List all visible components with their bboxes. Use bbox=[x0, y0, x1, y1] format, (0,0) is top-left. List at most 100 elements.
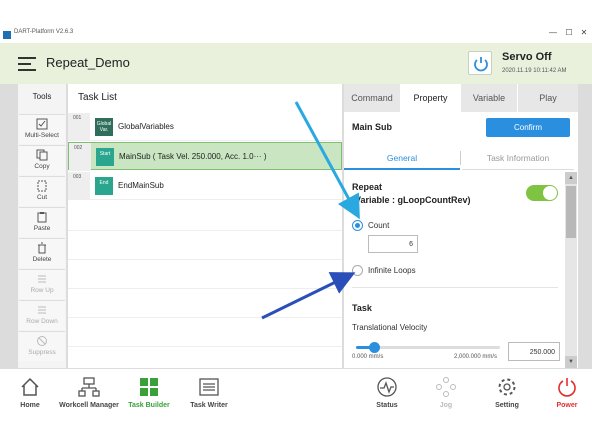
bottom-navigation: Home Workcell Manager Task Builder Task … bbox=[0, 368, 592, 420]
count-label: Count bbox=[368, 221, 390, 230]
nav-task-writer[interactable]: Task Writer bbox=[184, 369, 234, 421]
page-title: Repeat_Demo bbox=[46, 55, 130, 70]
minimize-button[interactable]: — bbox=[546, 28, 560, 37]
gear-icon bbox=[498, 378, 516, 396]
repeat-variable: (Variable : gLoopCountRev) bbox=[352, 195, 471, 205]
nav-label: Task Writer bbox=[190, 402, 228, 409]
tool-label: Row Up bbox=[30, 287, 54, 294]
suppress-icon bbox=[37, 336, 47, 346]
servo-power-button[interactable] bbox=[468, 51, 492, 75]
servo-status: Servo Off bbox=[502, 51, 552, 63]
row-divider bbox=[68, 346, 342, 347]
task-row-selected[interactable]: 002 Start MainSub ( Task Vel. 250.000, A… bbox=[68, 142, 342, 171]
app-logo-icon bbox=[3, 31, 11, 39]
datetime: 2020.11.19 10:11:42 AM bbox=[502, 68, 567, 74]
multi-select-button[interactable]: Multi-Select bbox=[19, 114, 65, 144]
tab-property[interactable]: Property bbox=[401, 84, 460, 112]
tool-label: Row Down bbox=[26, 318, 58, 325]
nav-label: Workcell Manager bbox=[59, 402, 119, 409]
nav-jog[interactable]: Jog bbox=[426, 369, 466, 421]
infinite-loops-radio[interactable] bbox=[352, 265, 363, 276]
task-row-number: 002 bbox=[69, 143, 91, 171]
property-panel: Command Property Variable Play Main Sub … bbox=[344, 84, 578, 368]
task-name: EndMainSub bbox=[118, 181, 164, 190]
task-writer-icon bbox=[199, 378, 219, 396]
subtab-task-information[interactable]: Task Information bbox=[462, 146, 574, 170]
tools-panel: Tools Multi-Select Copy Cut Paste Delete… bbox=[18, 84, 66, 368]
velocity-min: 0.000 mm/s bbox=[352, 354, 384, 360]
tab-variable[interactable]: Variable bbox=[461, 84, 517, 112]
property-subtitle: Main Sub bbox=[352, 122, 392, 132]
repeat-title: Repeat bbox=[352, 182, 383, 192]
nav-workcell-manager[interactable]: Workcell Manager bbox=[56, 369, 122, 421]
row-down-button[interactable]: Row Down bbox=[19, 300, 65, 330]
tool-label: Suppress bbox=[28, 349, 56, 356]
copy-icon bbox=[36, 149, 48, 161]
task-tag: Global Var. bbox=[95, 118, 113, 136]
task-section-title: Task bbox=[352, 303, 372, 313]
velocity-input[interactable]: 250.000 bbox=[508, 342, 560, 361]
cut-icon bbox=[37, 180, 47, 192]
subtab-divider bbox=[460, 151, 461, 165]
cut-button[interactable]: Cut bbox=[19, 176, 65, 206]
home-icon bbox=[21, 377, 39, 396]
close-button[interactable]: ✕ bbox=[577, 28, 591, 37]
copy-button[interactable]: Copy bbox=[19, 145, 65, 175]
task-tag: Start bbox=[96, 148, 114, 166]
task-row[interactable]: 003 End EndMainSub bbox=[68, 172, 342, 200]
tool-label: Multi-Select bbox=[25, 132, 59, 139]
velocity-slider-thumb[interactable] bbox=[368, 342, 380, 353]
confirm-button[interactable]: Confirm bbox=[486, 118, 570, 137]
multi-select-icon bbox=[36, 118, 48, 130]
window-titlebar: DART-Platform V2.6.3 — ☐ ✕ bbox=[0, 28, 592, 42]
velocity-max: 2,000.000 mm/s bbox=[454, 354, 498, 360]
tab-play[interactable]: Play bbox=[518, 84, 578, 112]
nav-label: Status bbox=[376, 402, 398, 409]
tool-label: Paste bbox=[33, 225, 51, 232]
scroll-up-icon[interactable]: ▲ bbox=[565, 172, 577, 184]
window-title: DART-Platform V2.6.3 bbox=[14, 29, 74, 35]
task-row[interactable]: 001 Global Var. GlobalVariables bbox=[68, 113, 342, 141]
task-row-number: 003 bbox=[68, 172, 90, 200]
task-list-header: Task List bbox=[78, 92, 117, 103]
row-divider bbox=[68, 230, 342, 231]
task-row-number: 001 bbox=[68, 113, 90, 141]
paste-icon bbox=[37, 212, 47, 223]
task-builder-icon bbox=[140, 378, 158, 396]
tools-header: Tools bbox=[32, 92, 52, 101]
app-window: DART-Platform V2.6.3 — ☐ ✕ Repeat_Demo S… bbox=[0, 0, 592, 444]
nav-power[interactable]: Power bbox=[548, 369, 586, 421]
row-divider bbox=[68, 317, 342, 318]
property-scrollbar[interactable]: ▲ ▼ bbox=[565, 172, 577, 368]
scroll-down-icon[interactable]: ▼ bbox=[565, 356, 577, 368]
delete-button[interactable]: Delete bbox=[19, 238, 65, 268]
tool-label: Copy bbox=[34, 163, 50, 170]
scroll-thumb[interactable] bbox=[566, 186, 576, 238]
row-down-icon bbox=[38, 306, 46, 314]
count-input[interactable]: 6 bbox=[368, 235, 418, 253]
workcell-icon bbox=[78, 377, 100, 397]
suppress-button[interactable]: Suppress bbox=[19, 331, 65, 361]
tab-command[interactable]: Command bbox=[344, 84, 400, 112]
subtab-general[interactable]: General bbox=[344, 146, 460, 170]
repeat-toggle[interactable] bbox=[526, 185, 558, 201]
tool-label: Cut bbox=[36, 194, 48, 201]
paste-button[interactable]: Paste bbox=[19, 207, 65, 237]
servo-power-icon bbox=[474, 57, 488, 72]
section-divider bbox=[352, 287, 558, 288]
task-tag: End bbox=[95, 177, 113, 195]
tool-label: Delete bbox=[32, 256, 52, 263]
toggle-knob bbox=[543, 186, 557, 200]
nav-task-builder[interactable]: Task Builder bbox=[124, 369, 174, 421]
row-up-button[interactable]: Row Up bbox=[19, 269, 65, 299]
nav-status[interactable]: Status bbox=[366, 369, 408, 421]
nav-setting[interactable]: Setting bbox=[486, 369, 528, 421]
task-list-panel: Task List 001 Global Var. GlobalVariable… bbox=[68, 84, 342, 368]
maximize-button[interactable]: ☐ bbox=[562, 28, 576, 37]
task-name: MainSub ( Task Vel. 250.000, Acc. 1.0···… bbox=[119, 152, 267, 161]
nav-label: Home bbox=[20, 402, 40, 409]
nav-label: Power bbox=[556, 402, 578, 409]
count-radio[interactable] bbox=[352, 220, 363, 231]
menu-icon[interactable] bbox=[18, 57, 36, 71]
nav-home[interactable]: Home bbox=[8, 369, 52, 421]
